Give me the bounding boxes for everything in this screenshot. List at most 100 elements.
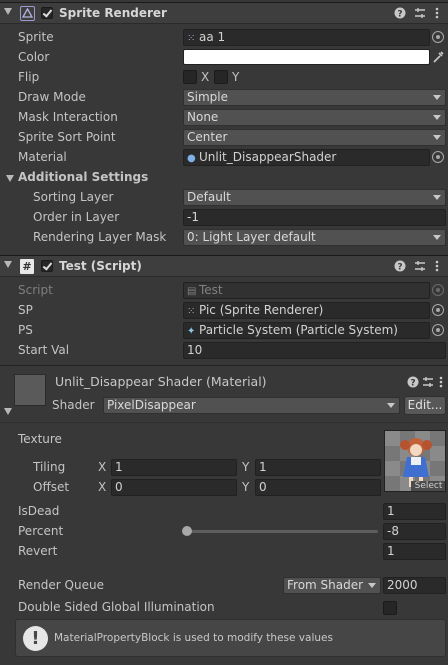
- ps-value: Particle System (Particle System): [199, 323, 398, 337]
- start-val-label: Start Val: [18, 343, 70, 357]
- percent-label: Percent: [18, 524, 64, 538]
- material-preview-thumbnail[interactable]: [14, 374, 46, 406]
- component-title: Sprite Renderer: [59, 6, 167, 20]
- section-divider: [0, 365, 448, 366]
- script-value: Test: [199, 283, 223, 297]
- material-asset-icon: ●: [187, 153, 196, 164]
- material-foldout-icon[interactable]: [4, 408, 12, 415]
- material-value: Unlit_DisappearShader: [199, 150, 337, 164]
- help-icon[interactable]: ?: [394, 7, 406, 21]
- material-title: Unlit_Disappear Shader (Material): [55, 374, 267, 389]
- sorting-layer-dropdown[interactable]: Default: [183, 189, 446, 206]
- info-help-box: ! MaterialPropertyBlock is used to modif…: [15, 619, 446, 657]
- texture-slot[interactable]: Select: [384, 430, 446, 492]
- script-file-icon: ▤: [187, 286, 197, 297]
- percent-slider-track[interactable]: [186, 530, 378, 533]
- sprite-value: aa 1: [199, 30, 226, 44]
- offset-y-input[interactable]: 0: [255, 479, 381, 496]
- render-queue-mode-dropdown[interactable]: From Shader: [283, 577, 381, 594]
- draw-mode-label: Draw Mode: [18, 90, 86, 104]
- presets-icon[interactable]: [414, 260, 426, 274]
- test-script-header[interactable]: # Test (Script) ?: [0, 255, 448, 277]
- mask-interaction-dropdown[interactable]: None: [183, 109, 446, 126]
- sp-value: Pic (Sprite Renderer): [199, 303, 324, 317]
- order-in-layer-label: Order in Layer: [33, 210, 120, 224]
- object-picker-icon[interactable]: [432, 31, 444, 43]
- tiling-x-input[interactable]: 1: [111, 459, 237, 476]
- edit-shader-button[interactable]: Edit...: [404, 396, 446, 415]
- object-picker-icon[interactable]: [432, 324, 444, 336]
- particle-system-icon: ✦: [187, 326, 196, 337]
- sp-field[interactable]: ⁙ Pic (Sprite Renderer): [183, 302, 430, 319]
- presets-icon[interactable]: [422, 376, 434, 390]
- additional-settings-foldout-icon[interactable]: [6, 175, 14, 182]
- script-field: ▤ Test: [183, 282, 430, 299]
- tiling-x-label: X: [98, 460, 107, 474]
- texture-label: Texture: [18, 432, 62, 446]
- rendering-layer-mask-dropdown[interactable]: 0: Light Layer default: [183, 229, 446, 246]
- sprite-renderer-header[interactable]: Sprite Renderer ?: [0, 2, 448, 24]
- eyedropper-icon[interactable]: [432, 50, 444, 67]
- context-menu-icon[interactable]: [435, 260, 439, 274]
- script-icon: #: [20, 259, 34, 274]
- sp-label: SP: [18, 303, 33, 317]
- offset-x-input[interactable]: 0: [111, 479, 237, 496]
- revert-label: Revert: [18, 544, 58, 558]
- sprite-renderer-enabled-checkbox[interactable]: [41, 7, 53, 19]
- material-field[interactable]: ● Unlit_DisappearShader: [183, 149, 430, 166]
- color-label: Color: [18, 50, 50, 64]
- rendering-layer-mask-label: Rendering Layer Mask: [33, 230, 167, 244]
- sprite-asset-icon: ⁙: [187, 33, 196, 44]
- additional-settings-title[interactable]: Additional Settings: [18, 170, 148, 184]
- section-divider: [0, 422, 448, 423]
- foldout-arrow-icon[interactable]: [4, 261, 12, 268]
- revert-input[interactable]: 1: [383, 543, 446, 560]
- percent-slider-thumb[interactable]: [182, 526, 192, 536]
- object-picker-icon[interactable]: [432, 151, 444, 163]
- context-menu-icon[interactable]: [435, 7, 439, 21]
- percent-input[interactable]: -8: [383, 523, 446, 540]
- svg-text:?: ?: [397, 10, 402, 20]
- sprite-label: Sprite: [18, 30, 54, 44]
- help-icon[interactable]: ?: [394, 260, 406, 274]
- script-label: Script: [18, 283, 53, 297]
- svg-text:?: ?: [397, 263, 402, 273]
- component-title: Test (Script): [59, 259, 142, 273]
- sorting-layer-label: Sorting Layer: [33, 190, 114, 204]
- start-val-input[interactable]: 10: [183, 342, 446, 359]
- select-texture-button[interactable]: Select: [411, 481, 445, 491]
- tiling-y-label: Y: [242, 460, 250, 474]
- sprite-field[interactable]: ⁙ aa 1: [183, 29, 430, 46]
- sprite-sort-point-dropdown[interactable]: Center: [183, 129, 446, 146]
- sprite-renderer-ref-icon: ⁙: [187, 306, 196, 317]
- isdead-label: IsDead: [18, 504, 60, 518]
- shader-label: Shader: [52, 398, 95, 412]
- draw-mode-dropdown[interactable]: Simple: [183, 89, 446, 106]
- ps-field[interactable]: ✦ Particle System (Particle System): [183, 322, 430, 339]
- object-picker-icon[interactable]: [432, 304, 444, 316]
- render-queue-input[interactable]: 2000: [383, 577, 446, 594]
- flip-y-checkbox[interactable]: [214, 70, 228, 84]
- double-sided-gi-checkbox[interactable]: [383, 601, 397, 615]
- context-menu-icon[interactable]: [439, 376, 443, 390]
- sprite-sort-point-label: Sprite Sort Point: [18, 130, 116, 144]
- presets-icon[interactable]: [414, 7, 426, 21]
- sprite-renderer-icon: [20, 6, 35, 21]
- offset-label: Offset: [33, 480, 70, 494]
- order-in-layer-input[interactable]: -1: [183, 209, 446, 226]
- shader-dropdown[interactable]: PixelDisappear: [103, 397, 400, 414]
- color-swatch[interactable]: [183, 49, 430, 65]
- flip-y-label: Y: [232, 70, 240, 84]
- help-icon[interactable]: ?: [407, 376, 419, 390]
- foldout-arrow-icon[interactable]: [4, 8, 12, 15]
- offset-y-label: Y: [242, 480, 250, 494]
- flip-label: Flip: [18, 70, 40, 84]
- ps-label: PS: [18, 323, 33, 337]
- isdead-input[interactable]: 1: [383, 503, 446, 520]
- object-picker-icon: [432, 284, 444, 296]
- info-message: MaterialPropertyBlock is used to modify …: [54, 632, 333, 644]
- flip-x-checkbox[interactable]: [183, 70, 197, 84]
- tiling-y-input[interactable]: 1: [255, 459, 381, 476]
- test-script-enabled-checkbox[interactable]: [41, 260, 53, 272]
- tiling-label: Tiling: [33, 460, 66, 474]
